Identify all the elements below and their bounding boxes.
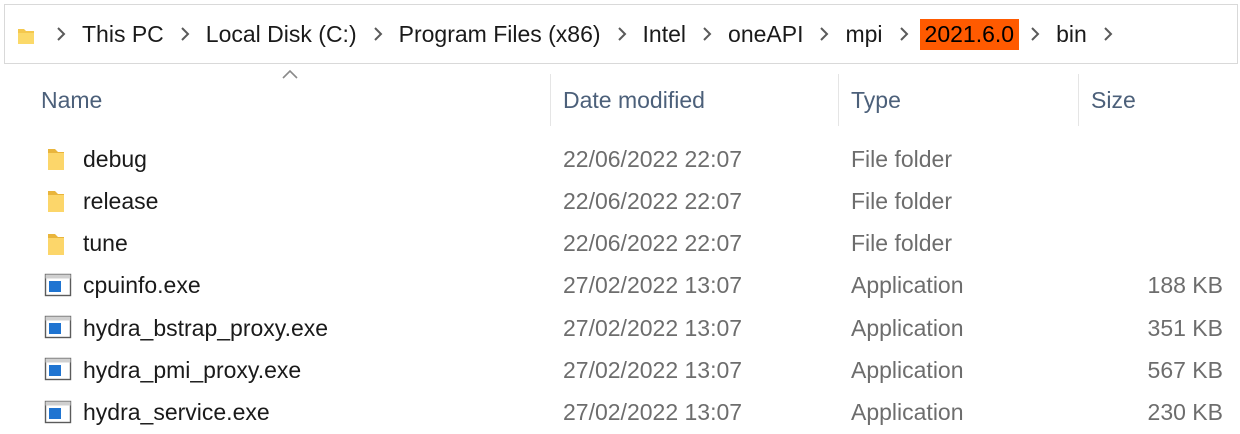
chevron-right-icon[interactable]	[45, 5, 77, 63]
folder-icon	[18, 29, 34, 44]
file-row[interactable]: hydra_pmi_proxy.exe 27/02/2022 13:07 Appli…	[0, 349, 1240, 391]
breadcrumb-item[interactable]: Local Disk (C:)	[201, 19, 362, 50]
file-type: Application	[851, 399, 964, 426]
file-row[interactable]: hydra_service.exe 27/02/2022 13:07 Applica…	[0, 392, 1240, 434]
file-name: cpuinfo.exe	[83, 272, 201, 299]
application-icon	[44, 273, 72, 299]
file-date-modified: 22/06/2022 22:07	[563, 230, 743, 257]
file-size: 567 KB	[1147, 356, 1223, 383]
file-date-modified: 22/06/2022 22:07	[563, 187, 743, 214]
column-header-type[interactable]: Type	[851, 74, 901, 126]
column-header-date-modified[interactable]: Date modified	[563, 74, 705, 126]
breadcrumb-item[interactable]: Program Files (x86)	[394, 19, 606, 50]
file-name: release	[83, 187, 159, 214]
breadcrumb-item[interactable]: This PC	[77, 19, 169, 50]
chevron-right-icon[interactable]	[1092, 5, 1124, 63]
column-divider[interactable]	[1078, 74, 1079, 126]
column-header-row: Name Date modified Type Size	[0, 74, 1240, 126]
application-icon	[44, 315, 72, 341]
file-name: debug	[83, 145, 147, 172]
folder-icon	[44, 188, 72, 214]
address-bar[interactable]: This PC Local Disk (C:) Program Files (x86…	[4, 4, 1238, 64]
application-icon	[44, 357, 72, 383]
file-date-modified: 27/02/2022 13:07	[563, 399, 743, 426]
file-size: 351 KB	[1147, 314, 1223, 341]
chevron-right-icon[interactable]	[606, 5, 638, 63]
file-type: File folder	[851, 187, 952, 214]
chevron-right-icon[interactable]	[169, 5, 201, 63]
column-divider[interactable]	[550, 74, 551, 126]
file-date-modified: 27/02/2022 13:07	[563, 356, 743, 383]
column-divider[interactable]	[838, 74, 839, 126]
file-name: hydra_pmi_proxy.exe	[83, 356, 302, 383]
chevron-right-icon[interactable]	[691, 5, 723, 63]
file-row[interactable]: release 22/06/2022 22:07 File folder	[0, 180, 1240, 222]
file-size: 188 KB	[1147, 272, 1223, 299]
chevron-right-icon[interactable]	[362, 5, 394, 63]
breadcrumb-item[interactable]: 2021.6.0	[919, 18, 1020, 50]
file-type: Application	[851, 356, 964, 383]
chevron-right-icon[interactable]	[1019, 5, 1051, 63]
column-header-size[interactable]: Size	[1091, 74, 1136, 126]
file-row[interactable]: debug 22/06/2022 22:07 File folder	[0, 138, 1240, 180]
breadcrumb-item[interactable]: mpi	[840, 19, 887, 50]
file-type: File folder	[851, 145, 952, 172]
file-name: hydra_bstrap_proxy.exe	[83, 314, 329, 341]
breadcrumb-item[interactable]: bin	[1051, 19, 1092, 50]
file-type: File folder	[851, 230, 952, 257]
chevron-right-icon[interactable]	[888, 5, 920, 63]
file-date-modified: 27/02/2022 13:07	[563, 272, 743, 299]
file-list: debug 22/06/2022 22:07 File folder release 2…	[0, 138, 1240, 434]
file-size: 230 KB	[1147, 399, 1223, 426]
file-type: Application	[851, 272, 964, 299]
file-row[interactable]: cpuinfo.exe 27/02/2022 13:07 Application 18…	[0, 265, 1240, 307]
file-row[interactable]: hydra_bstrap_proxy.exe 27/02/2022 13:07 Ap…	[0, 307, 1240, 349]
breadcrumb-item[interactable]: Intel	[638, 19, 691, 50]
chevron-right-icon[interactable]	[808, 5, 840, 63]
column-header-name[interactable]: Name	[41, 74, 102, 126]
application-icon	[44, 400, 72, 426]
file-date-modified: 27/02/2022 13:07	[563, 314, 743, 341]
file-type: Application	[851, 314, 964, 341]
file-row[interactable]: tune 22/06/2022 22:07 File folder	[0, 223, 1240, 265]
file-name: hydra_service.exe	[83, 399, 270, 426]
file-name: tune	[83, 230, 128, 257]
folder-icon	[44, 146, 72, 172]
breadcrumb-item[interactable]: oneAPI	[723, 19, 808, 50]
folder-icon	[44, 231, 72, 257]
breadcrumb: This PC Local Disk (C:) Program Files (x86…	[45, 5, 1124, 63]
file-date-modified: 22/06/2022 22:07	[563, 145, 743, 172]
